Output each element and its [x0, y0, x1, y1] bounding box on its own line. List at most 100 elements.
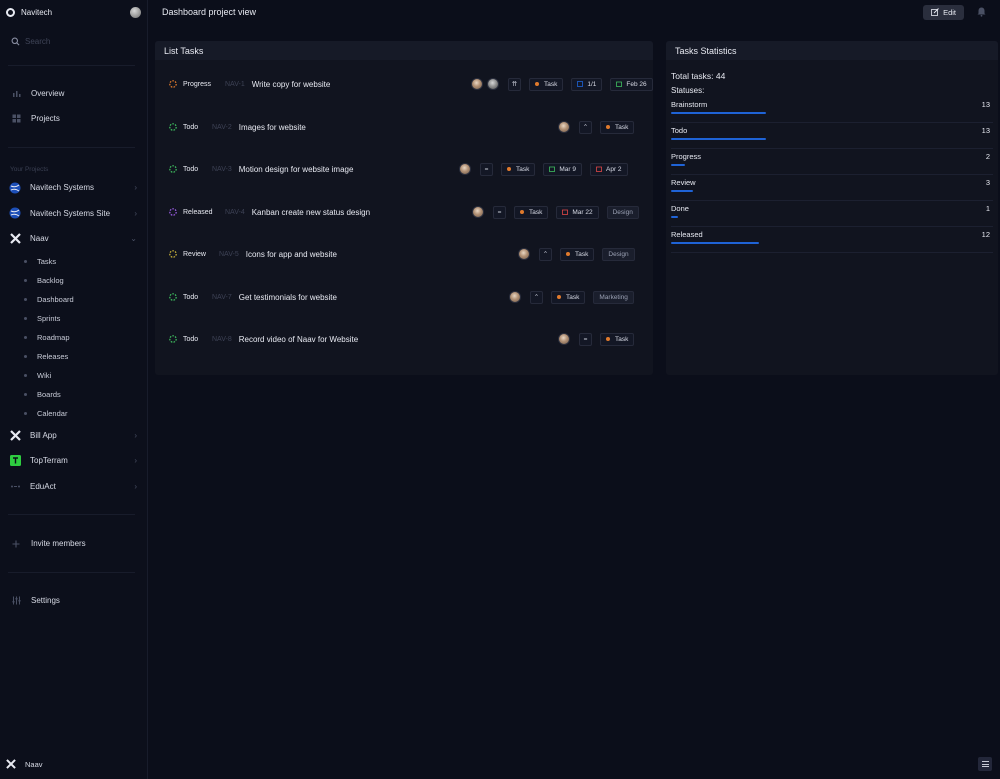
status-bar-track	[671, 138, 992, 140]
sidebar-item-roadmap[interactable]: Roadmap	[0, 328, 147, 347]
type-chip[interactable]: Task	[600, 120, 635, 134]
start-date-label: Mar 9	[559, 165, 576, 173]
task-dot-icon	[507, 167, 511, 171]
chevron-right-icon: ›	[134, 481, 137, 491]
task-row[interactable]: Progress NAV-1 Write copy for website ⇈ …	[155, 77, 653, 91]
tasks-statistics-title: Tasks Statistics	[666, 41, 998, 60]
subtasks-chip[interactable]: 1/1	[571, 77, 603, 91]
type-chip[interactable]: Task	[560, 247, 595, 261]
project-navitech-systems[interactable]: Navitech Systems ›	[0, 175, 147, 201]
task-title[interactable]: Record video of Naav for Website	[239, 335, 358, 344]
status-count: 13	[981, 126, 990, 135]
sub-item-label: Backlog	[37, 275, 64, 285]
search-input[interactable]	[25, 36, 125, 46]
task-row[interactable]: Review NAV-5 Icons for app and website ⌃…	[155, 247, 653, 261]
sidebar-item-wiki[interactable]: Wiki	[0, 366, 147, 385]
type-chip[interactable]: Task	[514, 205, 549, 219]
label-chip[interactable]: Design	[606, 205, 639, 219]
task-row[interactable]: Todo NAV-2 Images for website ⌃ Task	[155, 120, 653, 134]
status-bar-fill	[671, 138, 766, 140]
task-title[interactable]: Write copy for website	[252, 80, 331, 89]
project-navitech-systems-site[interactable]: Navitech Systems Site ›	[0, 201, 147, 227]
priority-medium-icon[interactable]: =	[579, 332, 592, 346]
task-key: NAV-5	[219, 250, 239, 258]
status-stat-row: Review 3	[671, 175, 993, 201]
type-chip[interactable]: Task	[529, 77, 564, 91]
assignee-avatar[interactable]	[558, 121, 570, 133]
due-date-chip[interactable]: Feb 26	[610, 77, 653, 91]
bullet-icon	[24, 392, 27, 396]
edit-button[interactable]: Edit	[923, 4, 964, 20]
project-bill-app[interactable]: Bill App ›	[0, 423, 147, 449]
priority-medium-icon[interactable]: =	[480, 162, 493, 176]
nav-projects[interactable]: Projects	[0, 106, 147, 131]
status-name: Released	[671, 230, 703, 239]
sidebar-item-dashboard[interactable]: Dashboard	[0, 290, 147, 309]
top-header: Dashboard project view Edit	[148, 0, 1000, 24]
priority-high-icon[interactable]: ⌃	[530, 290, 543, 304]
bullet-icon	[24, 354, 27, 358]
task-title[interactable]: Motion design for website image	[239, 165, 354, 174]
status-bar-track	[671, 216, 992, 218]
naav-submenu: Tasks Backlog Dashboard Sprints Roadmap …	[0, 252, 147, 423]
sidebar-item-releases[interactable]: Releases	[0, 347, 147, 366]
task-dot-icon	[520, 210, 524, 214]
priority-high-icon[interactable]: ⌃	[539, 247, 552, 261]
type-chip[interactable]: Task	[600, 332, 635, 346]
assignee-avatar[interactable]	[558, 333, 570, 345]
assignee-avatar[interactable]	[472, 206, 484, 218]
workspace-header[interactable]: Navitech	[0, 0, 147, 24]
sidebar-item-tasks[interactable]: Tasks	[0, 252, 147, 271]
task-row[interactable]: Todo NAV-8 Record video of Naav for Webs…	[155, 332, 653, 346]
type-chip[interactable]: Task	[551, 290, 586, 304]
task-status: Todo	[183, 123, 199, 131]
priority-high-icon[interactable]: ⌃	[579, 120, 592, 134]
task-row[interactable]: Todo NAV-3 Motion design for website ima…	[155, 162, 653, 176]
statuses-heading: Statuses:	[671, 86, 705, 95]
label-chip[interactable]: Design	[602, 247, 635, 261]
task-status: Todo	[183, 335, 199, 343]
sidebar-item-sprints[interactable]: Sprints	[0, 309, 147, 328]
assignee-avatar[interactable]	[459, 163, 471, 175]
status-bar-track	[671, 112, 992, 114]
task-row[interactable]: Todo NAV-7 Get testimonials for website …	[155, 290, 653, 304]
navitech-logo-icon	[6, 7, 15, 17]
start-date-chip[interactable]: Mar 9	[543, 162, 582, 176]
priority-urgent-icon[interactable]: ⇈	[508, 77, 521, 91]
task-title[interactable]: Icons for app and website	[246, 250, 337, 259]
todo-status-icon	[169, 123, 177, 131]
sidebar-item-calendar[interactable]: Calendar	[0, 404, 147, 423]
priority-medium-icon[interactable]: =	[493, 205, 506, 219]
project-eduact[interactable]: EduAct ›	[0, 474, 147, 500]
sub-item-label: Dashboard	[37, 294, 74, 304]
user-avatar[interactable]	[130, 6, 141, 18]
type-chip[interactable]: Task	[501, 162, 536, 176]
menu-icon[interactable]	[978, 757, 992, 771]
project-naav[interactable]: Naav ⌄	[0, 226, 147, 252]
task-title[interactable]: Get testimonials for website	[239, 293, 337, 302]
status-stat-row: Todo 13	[671, 123, 993, 149]
settings-link[interactable]: Settings	[0, 588, 147, 613]
project-label: Naav	[30, 234, 49, 244]
label-chip[interactable]: Marketing	[593, 290, 634, 304]
task-title[interactable]: Kanban create new status design	[252, 208, 370, 217]
projects-section-label: Your Projects	[10, 165, 49, 173]
assignee-avatar[interactable]	[509, 291, 521, 303]
sidebar-item-boards[interactable]: Boards	[0, 385, 147, 404]
invite-members-link[interactable]: Invite members	[0, 531, 147, 556]
task-row[interactable]: Released NAV-4 Kanban create new status …	[155, 205, 653, 219]
assignee-avatar[interactable]	[487, 78, 499, 90]
task-title[interactable]: Images for website	[239, 123, 306, 132]
due-date-chip[interactable]: Mar 22	[556, 205, 599, 219]
status-stat-list: Brainstorm 13 Todo 13 Progress 2 Review 3 Do…	[671, 97, 993, 253]
sidebar-item-backlog[interactable]: Backlog	[0, 271, 147, 290]
bell-icon[interactable]	[977, 7, 986, 17]
task-dot-icon	[557, 295, 561, 299]
assignee-avatar[interactable]	[471, 78, 483, 90]
assignee-avatar[interactable]	[518, 248, 530, 260]
nav-overview[interactable]: Overview	[0, 81, 147, 106]
project-topterram[interactable]: TopTerram ›	[0, 448, 147, 474]
status-count: 1	[985, 204, 990, 213]
due-date-chip[interactable]: Apr 2	[590, 162, 628, 176]
current-project-footer[interactable]: Naav	[0, 749, 148, 779]
